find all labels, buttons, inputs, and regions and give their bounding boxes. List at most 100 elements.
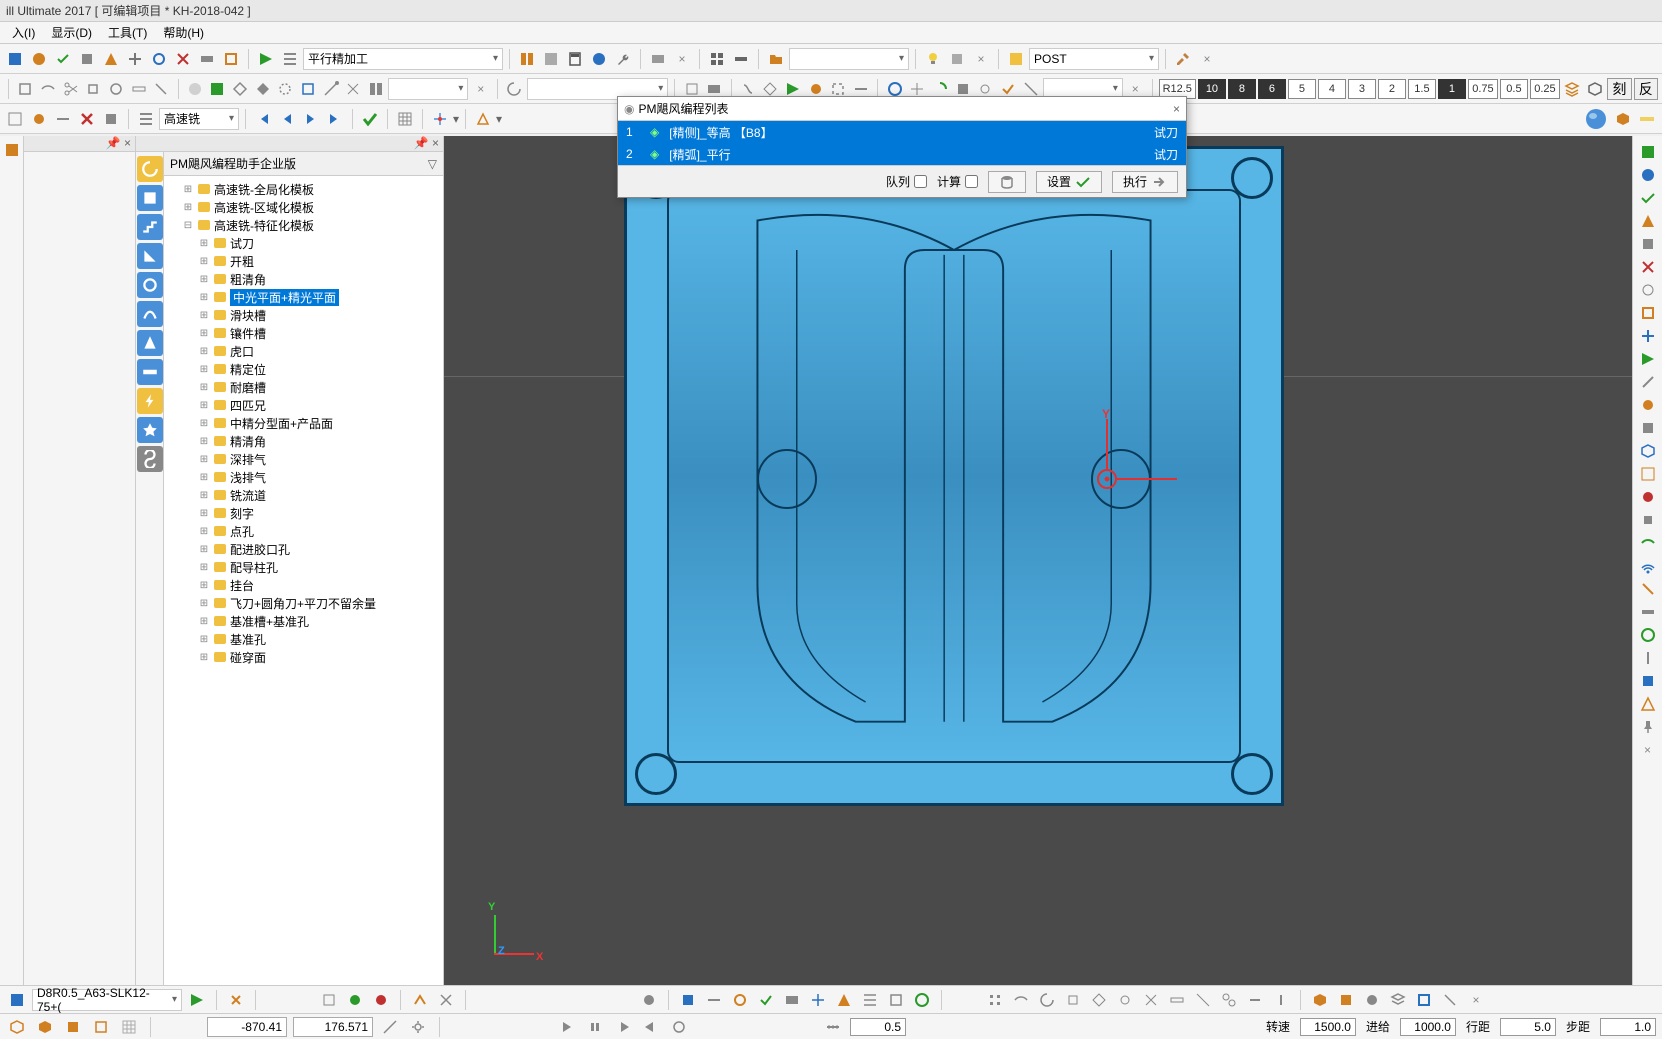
size-badge-2[interactable]: 2 [1378,79,1406,99]
tree-item[interactable]: ⊞精定位 [166,360,441,378]
collapse-icon[interactable]: ⊟ [182,220,194,231]
tree-item[interactable]: ⊞粗清角 [166,270,441,288]
tb1-btn9[interactable] [196,48,218,70]
list-icon[interactable] [135,108,157,130]
flat-template-icon[interactable] [137,359,163,385]
bb1-c1[interactable] [638,989,660,1011]
ri-14[interactable] [1638,441,1658,461]
tb2-a6[interactable] [128,78,149,100]
sb-cube4[interactable] [90,1016,112,1038]
tree-item[interactable]: ⊞精清角 [166,432,441,450]
expand-icon[interactable]: ⊞ [198,292,210,303]
size-badge-0p25[interactable]: 0.25 [1530,79,1560,99]
travel-value[interactable]: 5.0 [1500,1018,1556,1036]
size-badge-10[interactable]: 10 [1198,79,1226,99]
ri-2[interactable] [1638,165,1658,185]
tb1-btn3[interactable] [52,48,74,70]
bb1-c6[interactable] [781,989,803,1011]
menu-help[interactable]: 帮助(H) [155,22,212,43]
size-badge-3[interactable]: 3 [1348,79,1376,99]
tb1-btn6[interactable] [124,48,146,70]
size-badge-6[interactable]: 6 [1258,79,1286,99]
tree-item[interactable]: ⊞基准孔 [166,630,441,648]
engrave-btn[interactable]: 刻 [1607,78,1631,100]
tree-item[interactable]: ⊞中光平面+精光平面 [166,288,441,306]
close-small-icon[interactable]: × [470,78,491,100]
tree-item[interactable]: ⊞点孔 [166,522,441,540]
bb1-e1[interactable] [1309,989,1331,1011]
tb1-h1[interactable] [647,48,669,70]
tree-collapse-icon[interactable]: ▽ [428,157,437,171]
tb2-b6[interactable] [298,78,319,100]
tree-item[interactable]: ⊞虎口 [166,342,441,360]
ri-pin-icon[interactable] [1638,717,1658,737]
tb2-a7[interactable] [151,78,172,100]
bb1-close[interactable]: × [1465,989,1487,1011]
bb1-b1[interactable] [318,989,340,1011]
list-icon[interactable] [279,48,301,70]
strategy-combo[interactable]: 平行精加工 [303,48,503,70]
bb1-d12[interactable] [1270,989,1292,1011]
tb1-h3[interactable] [730,48,752,70]
axis-tool-icon[interactable] [429,108,451,130]
dialog-row-1[interactable]: 1 ◈ [精侧]_等高 【B8】 试刀 [618,121,1186,143]
expand-icon[interactable]: ⊞ [198,634,210,645]
ri-5[interactable] [1638,234,1658,254]
tb2-b4[interactable] [252,78,273,100]
ring-template-icon[interactable] [137,272,163,298]
bb1-icon[interactable] [6,989,28,1011]
step-value[interactable]: 1.0 [1600,1018,1656,1036]
calc-check-input[interactable] [965,175,978,188]
speed-value[interactable]: 1500.0 [1300,1018,1356,1036]
bb1-a2[interactable] [225,989,247,1011]
scissors-icon[interactable] [60,78,81,100]
sb-cube1[interactable] [6,1016,28,1038]
tree-root3[interactable]: ⊟高速铣-特征化模板 [166,216,441,234]
size-badge-1[interactable]: 1 [1438,79,1466,99]
tree-item[interactable]: ⊞四匹兄 [166,396,441,414]
grid-icon[interactable] [706,48,728,70]
step-template-icon[interactable] [137,214,163,240]
tree-root1[interactable]: ⊞高速铣-全局化模板 [166,180,441,198]
expand-icon[interactable]: ⊞ [182,184,194,195]
expand-icon[interactable]: ⊞ [198,490,210,501]
bb1-c10[interactable] [885,989,907,1011]
tb3-a3[interactable] [52,108,74,130]
expand-icon[interactable]: ⊞ [198,238,210,249]
prev-icon[interactable] [276,108,298,130]
sb-play3[interactable] [612,1016,634,1038]
bb1-d5[interactable] [1088,989,1110,1011]
last-icon[interactable] [324,108,346,130]
dialog-close-icon[interactable]: × [1173,102,1180,116]
bb1-e5[interactable] [1413,989,1435,1011]
ri-23[interactable] [1638,648,1658,668]
expand-icon[interactable]: ⊞ [198,616,210,627]
sb-play4[interactable] [640,1016,662,1038]
calculator-icon[interactable] [564,48,586,70]
tb2-a4[interactable] [83,78,104,100]
tree-item[interactable]: ⊞配进胶口孔 [166,540,441,558]
bb1-d4[interactable] [1062,989,1084,1011]
ri-12[interactable] [1638,395,1658,415]
tb1-btn10[interactable] [220,48,242,70]
feed-value[interactable]: 1000.0 [1400,1018,1456,1036]
spiral-icon[interactable] [504,78,525,100]
bb1-b5[interactable] [435,989,457,1011]
settings-button[interactable]: 设置 [1036,171,1102,193]
bb1-d10[interactable] [1218,989,1240,1011]
tb3-a2[interactable] [28,108,50,130]
tree-item[interactable]: ⊞滑块槽 [166,306,441,324]
expand-icon[interactable]: ⊞ [198,328,210,339]
size-badge-0p75[interactable]: 0.75 [1468,79,1498,99]
tree-item[interactable]: ⊞刻字 [166,504,441,522]
expand-icon[interactable]: ⊞ [198,598,210,609]
ri-close-icon[interactable]: × [1638,740,1658,760]
sphere-blue-icon[interactable] [1582,105,1610,133]
close-small-icon[interactable]: × [1196,48,1218,70]
tb1-btn8[interactable] [172,48,194,70]
ri-21[interactable] [1638,602,1658,622]
unit-value[interactable]: 0.5 [850,1018,906,1036]
bb1-c8[interactable] [833,989,855,1011]
tb1-btn1[interactable] [4,48,26,70]
3d-viewport[interactable]: Y Y X Z [444,136,1632,985]
